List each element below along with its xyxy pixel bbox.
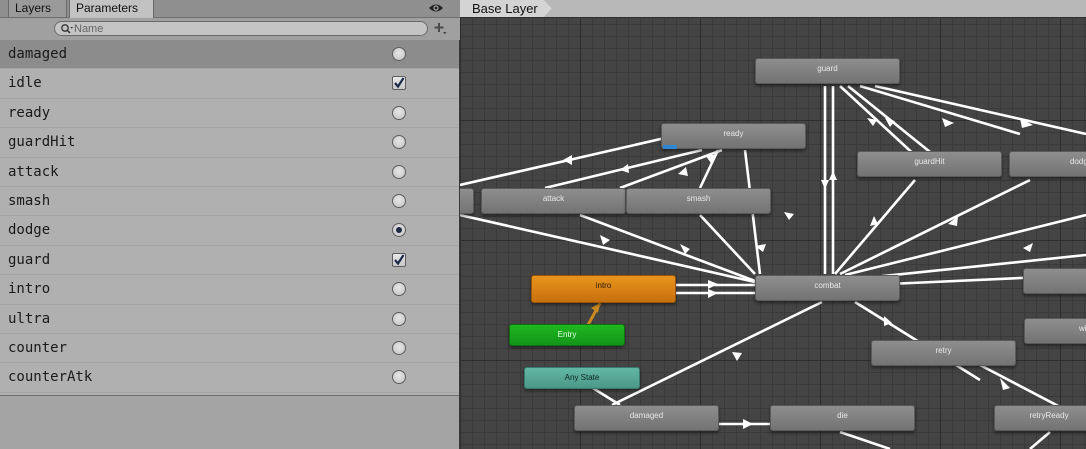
parameter-row-guard[interactable]: guard — [0, 246, 459, 276]
parameter-name: ultra — [8, 310, 51, 327]
parameter-name: smash — [8, 192, 51, 209]
state-attack[interactable]: attack — [481, 188, 626, 214]
state-combat[interactable]: combat — [755, 275, 900, 301]
panel-empty-area — [0, 396, 459, 449]
arrowhead-7 — [563, 155, 572, 165]
parameter-list: damaged idle ready guardHit attack smash… — [0, 40, 459, 396]
transition-combat-right-a — [844, 213, 1086, 277]
parameter-row-idle[interactable]: idle — [0, 69, 459, 99]
arrowhead-24 — [743, 419, 753, 429]
transition-die-down — [839, 430, 891, 449]
trigger-radio[interactable] — [392, 370, 406, 385]
state-wi[interactable]: wi — [1024, 318, 1086, 344]
parameter-name: attack — [8, 163, 59, 180]
transition-combat-guardhit-b — [839, 178, 1031, 276]
state-die[interactable]: die — [770, 405, 915, 431]
state-right-partial[interactable] — [1023, 268, 1086, 294]
search-row — [0, 18, 460, 40]
arrowhead-21 — [732, 352, 742, 361]
trigger-radio[interactable] — [392, 340, 406, 355]
parameter-row-counteratk[interactable]: counterAtk — [0, 363, 459, 393]
parameter-row-damaged[interactable]: damaged — [0, 40, 459, 70]
add-parameter-icon[interactable] — [433, 21, 447, 35]
eye-icon[interactable] — [428, 2, 444, 14]
trigger-radio[interactable] — [392, 193, 406, 208]
trigger-radio[interactable] — [392, 47, 406, 61]
parameter-row-dodge[interactable]: dodge — [0, 216, 459, 246]
state-machine-graph[interactable]: guard ready guardHit dodg attack smash i… — [460, 0, 1086, 449]
arrowhead-1 — [821, 180, 829, 189]
parameter-row-ready[interactable]: ready — [0, 99, 459, 129]
parameter-name: counter — [8, 339, 68, 356]
state-retryready[interactable]: retryReady — [994, 405, 1086, 431]
trigger-radio[interactable] — [392, 135, 406, 150]
state-guard[interactable]: guard — [755, 58, 900, 84]
trigger-radio[interactable] — [392, 311, 406, 326]
arrowhead-5 — [942, 118, 954, 127]
transition-ready-left-a — [460, 136, 666, 187]
parameter-name: counterAtk — [8, 369, 93, 386]
parameter-name: damaged — [8, 46, 68, 62]
parameter-name: guardHit — [8, 134, 76, 151]
transition-guard-right-a — [839, 85, 921, 161]
arrowhead-19 — [708, 280, 718, 289]
parameter-name: intro — [8, 281, 51, 298]
parameter-name: dodge — [8, 222, 51, 239]
parameter-row-guardhit[interactable]: guardHit — [0, 128, 459, 158]
parameter-name: idle — [8, 75, 42, 92]
arrowhead-11 — [784, 212, 794, 220]
arrowhead-9 — [678, 167, 688, 176]
breadcrumb-base-layer[interactable]: Base Layer — [460, 0, 552, 17]
trigger-radio[interactable] — [392, 105, 406, 120]
parameter-row-attack[interactable]: attack — [0, 158, 459, 187]
parameter-row-smash[interactable]: smash — [0, 187, 459, 217]
parameter-name: ready — [8, 104, 51, 121]
tab-parameters[interactable]: Parameters — [69, 0, 154, 18]
state-any-state[interactable]: Any State — [524, 367, 640, 389]
trigger-radio[interactable] — [392, 164, 406, 179]
arrowhead-17 — [1023, 243, 1033, 252]
state-guardhit[interactable]: guardHit — [857, 151, 1002, 177]
transition-retryready-down — [1029, 431, 1051, 449]
graph-header: Base Layer — [460, 0, 1086, 18]
bool-checkbox[interactable] — [392, 252, 406, 267]
state-dodge[interactable]: dodg — [1009, 151, 1086, 177]
tab-layers[interactable]: Layers — [8, 0, 67, 18]
state-entry[interactable]: Entry — [509, 324, 625, 346]
parameter-name: guard — [8, 251, 51, 268]
state-smash[interactable]: smash — [626, 188, 771, 214]
state-retry[interactable]: retry — [871, 340, 1016, 366]
bool-checkbox[interactable] — [392, 76, 406, 91]
search-input[interactable] — [74, 22, 414, 35]
search-icon[interactable] — [60, 23, 74, 35]
trigger-radio[interactable] — [392, 223, 406, 238]
ready-progress-bar — [663, 145, 677, 149]
arrowhead-2 — [829, 171, 837, 180]
parameter-row-ultra[interactable]: ultra — [0, 305, 459, 334]
state-damaged[interactable]: damaged — [574, 405, 719, 431]
transition-guard-right-d — [874, 84, 1086, 136]
parameters-panel: Layers Parameters damaged id — [0, 0, 460, 449]
state-intro[interactable]: intro — [531, 275, 676, 303]
checkmark-icon — [394, 254, 405, 266]
transition-damaged-combat — [611, 300, 823, 407]
checkmark-icon — [394, 77, 405, 89]
parameter-row-intro[interactable]: intro — [0, 275, 459, 305]
trigger-radio[interactable] — [392, 282, 406, 297]
panel-tab-bar: Layers Parameters — [0, 0, 460, 18]
transition-combat-smash — [699, 214, 756, 275]
state-left-partial[interactable] — [460, 188, 474, 214]
arrowhead-20 — [708, 289, 718, 298]
state-ready[interactable]: ready — [661, 123, 806, 149]
arrowhead-14 — [600, 235, 610, 245]
search-box[interactable] — [54, 21, 428, 36]
parameter-row-counter[interactable]: counter — [0, 334, 459, 364]
